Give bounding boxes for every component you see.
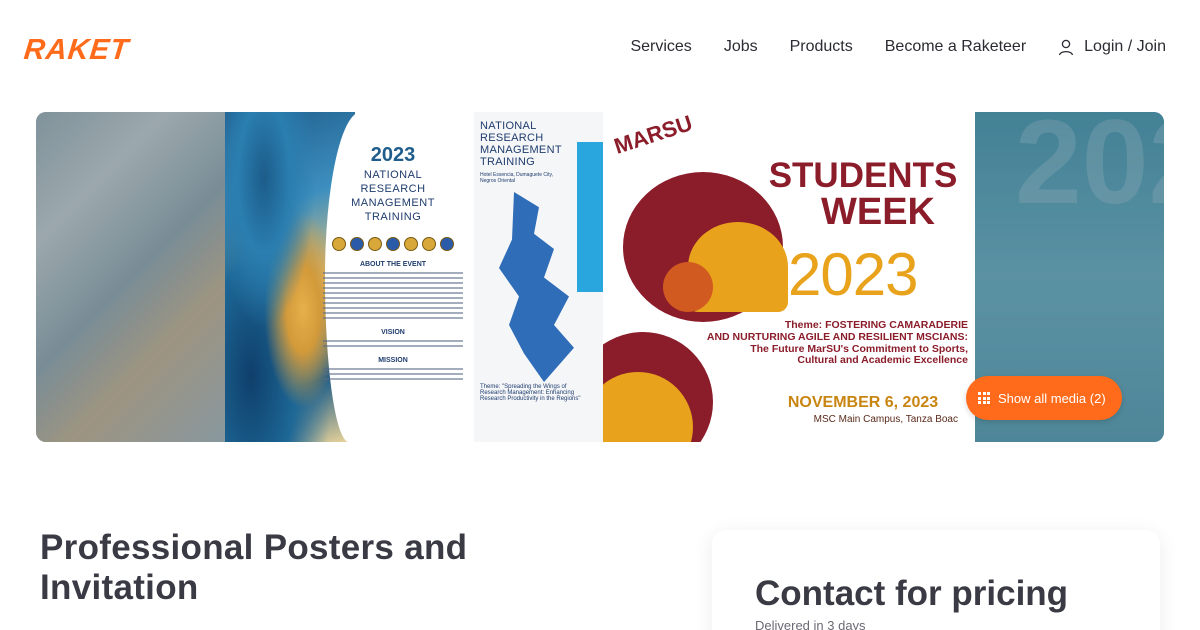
seal-icon [440, 237, 454, 252]
show-all-media-label: Show all media (2) [998, 390, 1106, 406]
poster2-theme-line: AND NURTURING AGILE AND RESILIENT MSCIAN… [706, 330, 968, 343]
students-week-poster[interactable]: MARSU STUDENTS WEEK 2023 Theme: FOSTERIN… [603, 112, 975, 442]
nav-services[interactable]: Services [630, 38, 691, 56]
login-join-link[interactable]: Login / Join [1058, 38, 1166, 56]
site-header: RAKET Services Jobs Products Become a Ra… [0, 0, 1200, 100]
marsu-brand: MARSU [610, 112, 696, 159]
delivery-time: Delivered in 3 days [755, 618, 866, 630]
seal-icon [386, 237, 400, 252]
gallery-preview-left[interactable] [36, 112, 225, 442]
login-join-label: Login / Join [1084, 38, 1166, 55]
logo-text: RAKET [22, 33, 131, 66]
seal-icon [368, 237, 382, 252]
research-training-poster[interactable]: 2023 NATIONAL RESEARCH MANAGEMENT TRAINI… [225, 112, 603, 442]
poster2-theme: Theme: FOSTERING CAMARADERIE AND NURTURI… [698, 319, 968, 367]
raket-logo[interactable]: RAKET [22, 33, 131, 66]
user-icon [1058, 39, 1074, 56]
poster2-students: STUDENTS [768, 156, 958, 195]
philippines-map [499, 192, 574, 382]
poster2-date: NOVEMBER 6, 2023 [787, 394, 939, 411]
basketball-icon [663, 262, 713, 312]
poster1-about-text [323, 272, 463, 320]
poster1-mission-heading: MISSION [378, 357, 408, 365]
seal-icon [422, 237, 436, 252]
poster2-theme-line: Theme: FOSTERING CAMARADERIE [784, 319, 968, 331]
poster1-right-panel: NATIONAL RESEARCH MANAGEMENT TRAINING Ho… [474, 112, 603, 442]
pricing-card: Contact for pricing Delivered in 3 days [712, 530, 1160, 630]
poster2-week: WEEK [821, 191, 935, 233]
seal-icon [404, 237, 418, 252]
nav-become-raketeer[interactable]: Become a Raketeer [885, 38, 1026, 56]
media-gallery[interactable]: 2023 NATIONAL RESEARCH MANAGEMENT TRAINI… [36, 112, 1164, 442]
poster2-title: STUDENTS WEEK [763, 158, 963, 233]
poster2-theme-line: Cultural and Academic Excellence [797, 354, 968, 367]
nav-products[interactable]: Products [790, 38, 853, 56]
show-all-media-button[interactable]: Show all media (2) [966, 376, 1122, 420]
main-nav: Services Jobs Products Become a Raketeer… [630, 38, 1166, 56]
poster1-right-title: NATIONAL RESEARCH MANAGEMENT TRAINING [480, 120, 562, 169]
poster1-stripe [577, 142, 603, 292]
poster1-mission-text [323, 368, 463, 381]
poster1-main-text: 2023 NATIONAL RESEARCH MANAGEMENT TRAINI… [313, 122, 473, 381]
poster1-title-4: TRAINING [364, 211, 422, 224]
poster1-theme: Theme: "Spreading the Wings of Research … [480, 384, 581, 402]
poster2-venue: MSC Main Campus, Tanza Boac [813, 414, 958, 425]
poster1-title-3: MANAGEMENT [351, 197, 435, 210]
poster1-title-2: RESEARCH [360, 183, 426, 196]
partner-seals [313, 237, 473, 252]
poster1-venue: Hotel Essencia, Dumaguete City, Negros O… [480, 172, 553, 184]
seal-icon [350, 237, 364, 252]
nav-jobs[interactable]: Jobs [724, 38, 758, 56]
pricing-title: Contact for pricing [755, 574, 1069, 613]
poster1-vision-heading: VISION [381, 329, 405, 337]
poster1-about-heading: ABOUT THE EVENT [359, 261, 427, 269]
poster1-vision-text [323, 340, 463, 348]
poster2-year: 2023 [788, 241, 918, 308]
ghost-year: 2023 [1015, 112, 1164, 229]
seal-icon [332, 237, 346, 252]
poster1-title-1: NATIONAL [363, 169, 423, 181]
poster1-year: 2023 [370, 144, 416, 166]
listing-title: Professional Posters and Invitation [40, 528, 468, 608]
grid-icon [978, 392, 990, 404]
